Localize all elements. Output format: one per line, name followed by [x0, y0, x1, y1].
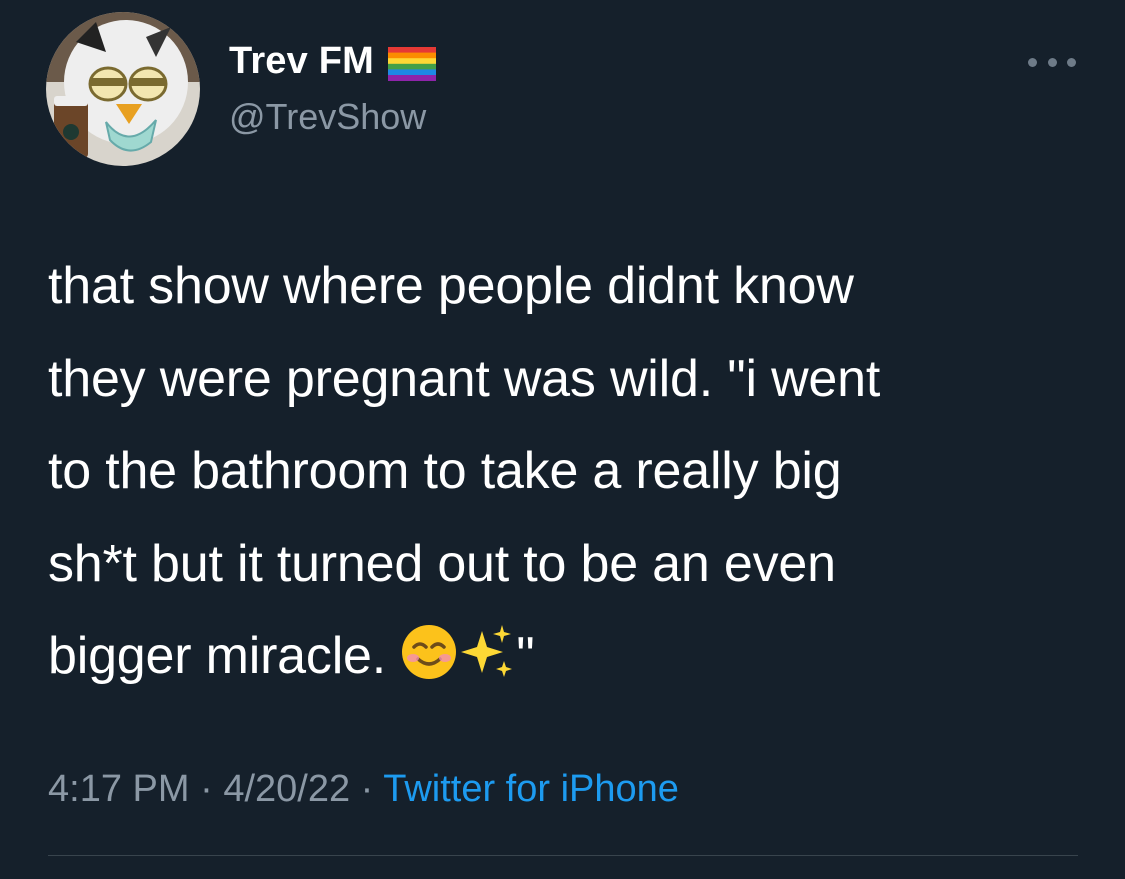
author-handle[interactable]: @TrevShow: [229, 96, 426, 138]
tweet-meta: 4:17 PM · 4/20/22 · Twitter for iPhone: [48, 768, 679, 811]
tweet-text: that show where people didnt know they w…: [48, 240, 1098, 711]
tweet-card: Trev FM @TrevShow that show where people…: [0, 0, 1125, 879]
more-options-icon[interactable]: [1028, 48, 1076, 76]
dot: [1028, 57, 1037, 67]
divider: [48, 855, 1078, 856]
tweet-time[interactable]: 4:17 PM: [48, 768, 190, 810]
meta-separator: ·: [189, 768, 224, 810]
dot: [1067, 57, 1076, 67]
tweet-date[interactable]: 4/20/22: [223, 768, 350, 810]
author-display-name[interactable]: Trev FM: [229, 40, 374, 83]
dot: [1047, 57, 1057, 67]
meta-separator: ·: [350, 768, 384, 810]
smiling-face-icon: [400, 618, 458, 711]
furby-avatar-icon[interactable]: [46, 12, 200, 166]
author-name-row[interactable]: Trev FM: [229, 40, 436, 83]
sparkles-icon: [458, 618, 516, 711]
rainbow-flag-icon: [388, 46, 436, 81]
tweet-text-quote: ": [516, 627, 535, 685]
avatar-image: [46, 12, 200, 166]
tweet-source-link[interactable]: Twitter for iPhone: [383, 768, 679, 810]
